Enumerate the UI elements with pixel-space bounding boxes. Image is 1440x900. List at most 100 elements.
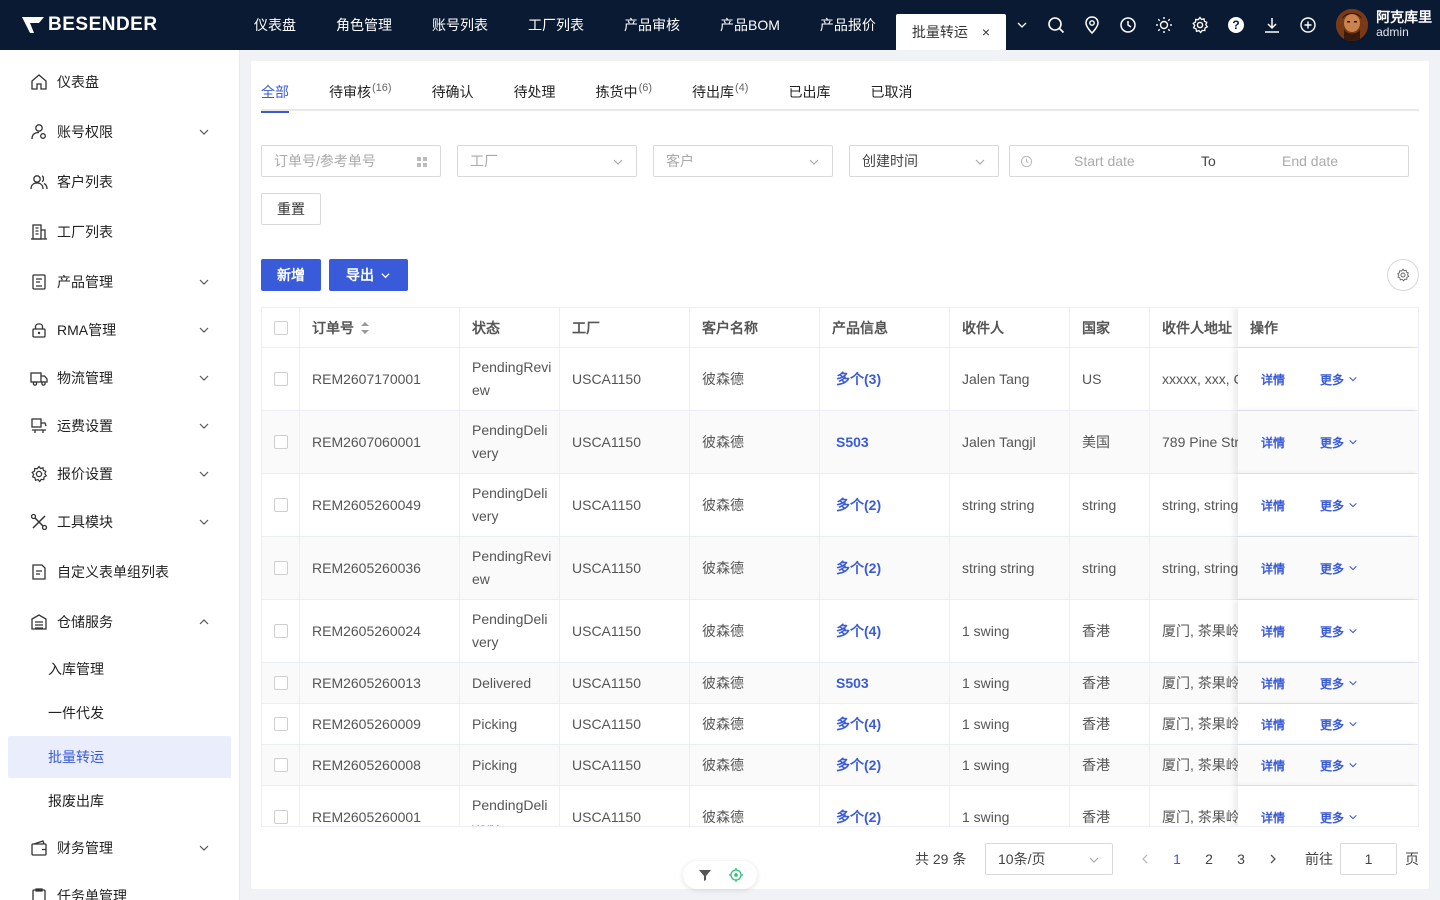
row-checkbox[interactable] bbox=[274, 758, 288, 772]
end-date-input[interactable]: End date bbox=[1282, 153, 1338, 169]
page-number-2[interactable]: 2 bbox=[1199, 843, 1219, 875]
topnav-item-product-bom[interactable]: 产品BOM bbox=[700, 0, 800, 50]
detail-link[interactable]: 详情 bbox=[1261, 537, 1285, 599]
table-row[interactable]: REM2605260001 PendingDelivery USCA1150 彼森德 多… bbox=[262, 786, 1418, 826]
topnav-item-roles[interactable]: 角色管理 bbox=[316, 0, 412, 50]
user-menu[interactable]: 阿克库里 admin bbox=[1336, 9, 1432, 41]
target-icon[interactable] bbox=[728, 868, 743, 882]
prev-page-icon[interactable] bbox=[1135, 843, 1155, 875]
page-number-3[interactable]: 3 bbox=[1231, 843, 1251, 875]
row-checkbox[interactable] bbox=[274, 624, 288, 638]
topnav-item-dashboard[interactable]: 仪表盘 bbox=[240, 0, 316, 50]
sidebar-item-logistics[interactable]: 物流管理 bbox=[0, 358, 239, 398]
table-row[interactable]: REM2605260049 PendingDelivery USCA1150 彼森德 多… bbox=[262, 474, 1418, 537]
tab-0[interactable]: 全部 bbox=[261, 79, 289, 113]
topnav-item-factories[interactable]: 工厂列表 bbox=[508, 0, 604, 50]
close-icon[interactable]: × bbox=[982, 24, 990, 40]
sidebar-item-warehouse[interactable]: 仓储服务 bbox=[0, 602, 239, 642]
product-info-link[interactable]: 多个(4) bbox=[836, 714, 881, 734]
tab-4[interactable]: 拣货中 (6) bbox=[596, 79, 652, 111]
detail-link[interactable]: 详情 bbox=[1261, 663, 1285, 703]
table-row[interactable]: REM2605260024 PendingDelivery USCA1150 彼森德 多… bbox=[262, 600, 1418, 663]
table-row[interactable]: REM2605260013 Delivered USCA1150 彼森德 S503 1 s… bbox=[262, 663, 1418, 704]
sidebar-item-custom-forms[interactable]: 自定义表单组列表 bbox=[0, 552, 239, 592]
row-checkbox[interactable] bbox=[274, 498, 288, 512]
detail-link[interactable]: 详情 bbox=[1261, 600, 1285, 662]
next-page-icon[interactable] bbox=[1263, 843, 1283, 875]
more-dropdown[interactable]: 更多 bbox=[1320, 411, 1358, 473]
detail-link[interactable]: 详情 bbox=[1261, 704, 1285, 744]
column-header-order-no[interactable]: 订单号 bbox=[300, 308, 460, 348]
sidebar-item-dashboard[interactable]: 仪表盘 bbox=[0, 62, 239, 102]
row-checkbox[interactable] bbox=[274, 717, 288, 731]
sidebar-item-products[interactable]: 产品管理 bbox=[0, 262, 239, 302]
detail-link[interactable]: 详情 bbox=[1261, 411, 1285, 473]
more-dropdown[interactable]: 更多 bbox=[1320, 704, 1358, 744]
table-row[interactable]: REM2605260036 PendingReview USCA1150 彼森德 多个(… bbox=[262, 537, 1418, 600]
more-dropdown[interactable]: 更多 bbox=[1320, 663, 1358, 703]
sidebar-item-account-permissions[interactable]: 账号权限 bbox=[0, 112, 239, 152]
product-info-link[interactable]: 多个(3) bbox=[836, 369, 881, 389]
plus-circle-icon[interactable] bbox=[1290, 0, 1326, 50]
topnav-item-product-quote[interactable]: 产品报价 bbox=[800, 0, 896, 50]
product-info-link[interactable]: S503 bbox=[836, 434, 869, 450]
customer-select[interactable]: 客户 bbox=[653, 145, 833, 177]
product-info-link[interactable]: 多个(2) bbox=[836, 807, 881, 826]
column-settings-button[interactable] bbox=[1387, 259, 1419, 291]
row-checkbox[interactable] bbox=[274, 810, 288, 824]
location-icon[interactable] bbox=[1074, 0, 1110, 50]
sidebar-item-quote-settings[interactable]: 报价设置 bbox=[0, 454, 239, 494]
order-search-input[interactable]: 订单号/参考单号 bbox=[261, 145, 441, 177]
chevron-down-icon[interactable] bbox=[1006, 0, 1038, 50]
tab-3[interactable]: 待处理 bbox=[514, 79, 556, 111]
product-info-link[interactable]: 多个(4) bbox=[836, 621, 881, 641]
sidebar-item-freight-settings[interactable]: 运费设置 bbox=[0, 406, 239, 446]
product-info-link[interactable]: S503 bbox=[836, 675, 869, 691]
sidebar-item-finance[interactable]: 财务管理 bbox=[0, 828, 239, 868]
filter-funnel-icon[interactable] bbox=[698, 868, 712, 882]
page-number-1[interactable]: 1 bbox=[1167, 843, 1187, 875]
row-checkbox[interactable] bbox=[274, 676, 288, 690]
table-row[interactable]: REM2605260009 Picking USCA1150 彼森德 多个(4) 1 sw… bbox=[262, 704, 1418, 745]
topnav-item-product-review[interactable]: 产品审核 bbox=[604, 0, 700, 50]
tab-1[interactable]: 待审核 (16) bbox=[329, 79, 392, 111]
topnav-tab-active[interactable]: 批量转运 × bbox=[895, 14, 1007, 50]
factory-select[interactable]: 工厂 bbox=[457, 145, 637, 177]
avatar[interactable] bbox=[1336, 9, 1369, 41]
page-size-select[interactable]: 10条/页 bbox=[985, 843, 1113, 875]
more-dropdown[interactable]: 更多 bbox=[1320, 786, 1358, 826]
reset-button[interactable]: 重置 bbox=[261, 193, 321, 225]
more-dropdown[interactable]: 更多 bbox=[1320, 745, 1358, 785]
clock-icon[interactable] bbox=[1110, 0, 1146, 50]
select-all-checkbox[interactable] bbox=[274, 321, 288, 335]
topnav-item-accounts[interactable]: 账号列表 bbox=[412, 0, 508, 50]
sidebar-item-rma[interactable]: RMA管理 bbox=[0, 310, 239, 350]
product-info-link[interactable]: 多个(2) bbox=[836, 558, 881, 578]
detail-link[interactable]: 详情 bbox=[1261, 745, 1285, 785]
tab-6[interactable]: 已出库 bbox=[788, 79, 830, 111]
more-dropdown[interactable]: 更多 bbox=[1320, 474, 1358, 536]
sidebar-sub-scrap-outbound[interactable]: 报废出库 bbox=[8, 780, 231, 822]
search-icon[interactable] bbox=[1038, 0, 1074, 50]
row-checkbox[interactable] bbox=[274, 372, 288, 386]
product-info-link[interactable]: 多个(2) bbox=[836, 755, 881, 775]
more-dropdown[interactable]: 更多 bbox=[1320, 348, 1358, 410]
more-dropdown[interactable]: 更多 bbox=[1320, 537, 1358, 599]
sort-icon[interactable] bbox=[360, 321, 370, 335]
export-button[interactable]: 导出 bbox=[329, 259, 408, 291]
table-row[interactable]: REM2607060001 PendingDelivery USCA1150 彼森德 S… bbox=[262, 411, 1418, 474]
row-checkbox[interactable] bbox=[274, 561, 288, 575]
goto-page-input[interactable]: 1 bbox=[1340, 843, 1397, 875]
sidebar-item-customers[interactable]: 客户列表 bbox=[0, 162, 239, 202]
tab-5[interactable]: 待出库 (4) bbox=[692, 79, 748, 111]
sidebar-sub-inbound[interactable]: 入库管理 bbox=[8, 648, 231, 690]
sidebar-item-tools[interactable]: 工具模块 bbox=[0, 502, 239, 542]
start-date-input[interactable]: Start date bbox=[1074, 153, 1135, 169]
row-checkbox[interactable] bbox=[274, 435, 288, 449]
download-icon[interactable] bbox=[1254, 0, 1290, 50]
sidebar-sub-dropship[interactable]: 一件代发 bbox=[8, 692, 231, 734]
sun-icon[interactable] bbox=[1146, 0, 1182, 50]
sidebar-item-tasks[interactable]: 任务单管理 bbox=[0, 876, 239, 900]
table-row[interactable]: REM2605260008 Picking USCA1150 彼森德 多个(2) 1 sw… bbox=[262, 745, 1418, 786]
date-range-picker[interactable]: Start date To End date bbox=[1009, 145, 1409, 177]
